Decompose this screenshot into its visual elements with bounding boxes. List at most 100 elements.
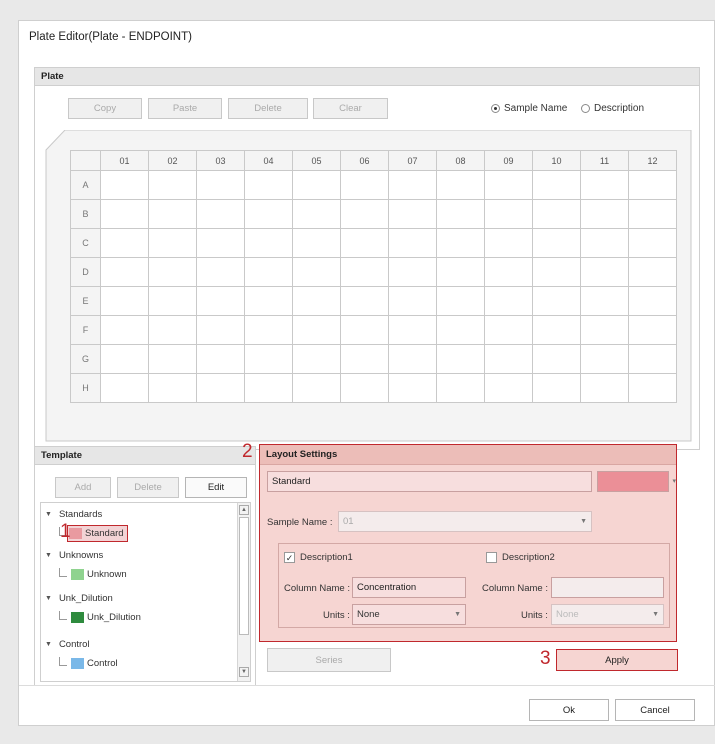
add-template-button[interactable]: Add [55, 477, 111, 498]
plate-well[interactable] [436, 286, 485, 316]
plate-well[interactable] [292, 170, 341, 200]
plate-well[interactable] [628, 228, 677, 258]
plate-well[interactable] [532, 257, 581, 287]
plate-well[interactable] [148, 286, 197, 316]
plate-well[interactable] [580, 315, 629, 345]
sample-name-select[interactable]: 01 ▼ [338, 511, 592, 532]
column-header[interactable]: 01 [100, 150, 149, 171]
row-header[interactable]: G [70, 344, 101, 374]
delete-template-button[interactable]: Delete [117, 477, 179, 498]
plate-well[interactable] [628, 315, 677, 345]
plate-well[interactable] [292, 315, 341, 345]
plate-well[interactable] [100, 228, 149, 258]
row-header[interactable]: A [70, 170, 101, 200]
plate-well[interactable] [484, 228, 533, 258]
plate-well[interactable] [100, 315, 149, 345]
row-header[interactable]: C [70, 228, 101, 258]
plate-well[interactable] [580, 373, 629, 403]
plate-well[interactable] [484, 373, 533, 403]
tree-group-unk-dilution[interactable]: ▼ Unk_Dilution [45, 593, 113, 604]
plate-well[interactable] [628, 199, 677, 229]
plate-well[interactable] [580, 257, 629, 287]
plate-well[interactable] [628, 373, 677, 403]
column-header[interactable]: 11 [580, 150, 629, 171]
plate-well[interactable] [244, 228, 293, 258]
plate-well[interactable] [532, 373, 581, 403]
plate-well[interactable] [196, 286, 245, 316]
column-header[interactable]: 10 [532, 150, 581, 171]
plate-well[interactable] [628, 257, 677, 287]
plate-well[interactable] [100, 170, 149, 200]
plate-well[interactable] [196, 257, 245, 287]
column-header[interactable]: 07 [388, 150, 437, 171]
tree-item-control[interactable]: Control [71, 658, 118, 669]
paste-button[interactable]: Paste [148, 98, 222, 119]
tree-group-control[interactable]: ▼ Control [45, 639, 90, 650]
plate-well[interactable] [196, 373, 245, 403]
tree-item-unk-dilution[interactable]: Unk_Dilution [71, 612, 141, 623]
row-header[interactable]: F [70, 315, 101, 345]
scroll-up-icon[interactable]: ▲ [239, 505, 249, 515]
plate-well[interactable] [148, 170, 197, 200]
plate-well[interactable] [244, 257, 293, 287]
units2-select[interactable]: None ▼ [551, 604, 664, 625]
plate-well[interactable] [484, 286, 533, 316]
scroll-thumb[interactable] [239, 517, 249, 635]
column-header[interactable]: 06 [340, 150, 389, 171]
plate-well[interactable] [484, 170, 533, 200]
plate-well[interactable] [244, 344, 293, 374]
plate-well[interactable] [388, 170, 437, 200]
plate-well[interactable] [148, 315, 197, 345]
plate-well[interactable] [244, 373, 293, 403]
plate-well[interactable] [148, 344, 197, 374]
plate-well[interactable] [628, 170, 677, 200]
column-header[interactable]: 02 [148, 150, 197, 171]
plate-well[interactable] [100, 257, 149, 287]
plate-well[interactable] [436, 315, 485, 345]
plate-well[interactable] [292, 199, 341, 229]
plate-well[interactable] [532, 170, 581, 200]
plate-well[interactable] [148, 373, 197, 403]
column-header[interactable]: 12 [628, 150, 677, 171]
description2-checkbox[interactable]: Description2 [486, 552, 555, 563]
plate-well[interactable] [436, 199, 485, 229]
row-header[interactable]: H [70, 373, 101, 403]
clear-button[interactable]: Clear [313, 98, 388, 119]
plate-well[interactable] [388, 228, 437, 258]
column-name-field[interactable]: Concentration [352, 577, 466, 598]
plate-well[interactable] [340, 286, 389, 316]
apply-button[interactable]: Apply [556, 649, 678, 671]
column-header[interactable]: 09 [484, 150, 533, 171]
row-header[interactable]: D [70, 257, 101, 287]
row-header[interactable]: B [70, 199, 101, 229]
plate-well[interactable] [580, 170, 629, 200]
tree-group-unknowns[interactable]: ▼ Unknowns [45, 550, 103, 561]
sample-name-radio[interactable]: Sample Name [491, 103, 567, 114]
plate-well[interactable] [340, 344, 389, 374]
plate-well[interactable] [532, 228, 581, 258]
plate-well[interactable] [484, 315, 533, 345]
layout-name-field[interactable]: Standard [267, 471, 592, 492]
column-header[interactable]: 08 [436, 150, 485, 171]
plate-well[interactable] [484, 344, 533, 374]
series-button[interactable]: Series [267, 648, 391, 672]
plate-well[interactable] [532, 315, 581, 345]
plate-well[interactable] [148, 199, 197, 229]
plate-well[interactable] [532, 286, 581, 316]
plate-well[interactable] [436, 257, 485, 287]
plate-well[interactable] [148, 228, 197, 258]
plate-well[interactable] [436, 170, 485, 200]
plate-well[interactable] [340, 373, 389, 403]
plate-well[interactable] [100, 344, 149, 374]
plate-well[interactable] [532, 344, 581, 374]
plate-well[interactable] [388, 344, 437, 374]
plate-well[interactable] [532, 199, 581, 229]
plate-well[interactable] [436, 228, 485, 258]
plate-well[interactable] [340, 257, 389, 287]
layout-color-picker[interactable]: ▾ [597, 471, 676, 492]
edit-template-button[interactable]: Edit [185, 477, 247, 498]
row-header[interactable]: E [70, 286, 101, 316]
plate-well[interactable] [484, 257, 533, 287]
plate-well[interactable] [244, 286, 293, 316]
plate-well[interactable] [244, 315, 293, 345]
